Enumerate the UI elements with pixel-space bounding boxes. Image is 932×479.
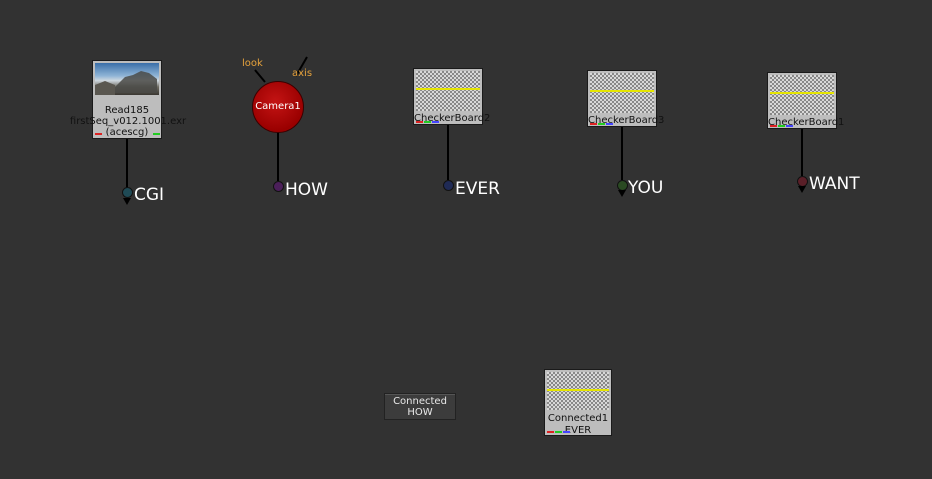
connected1-thumbnail	[547, 372, 609, 410]
read-node-colorspace: (acescg)	[105, 127, 149, 138]
checkerboard1-node[interactable]: CheckerBoard1	[767, 72, 844, 129]
checkerboard2-node[interactable]: CheckerBoard2	[413, 68, 490, 125]
cb3-channel-b	[606, 123, 613, 125]
dot-label-cgi: CGI	[134, 185, 165, 205]
dot-cgi[interactable]	[122, 187, 133, 198]
camera-node-name: Camera1	[255, 101, 301, 112]
connected1-node[interactable]: Connected1 EVER	[544, 369, 612, 436]
cb2-channel-g	[424, 121, 431, 123]
checkerboard1-thumbnail	[770, 75, 834, 115]
channel-red	[95, 133, 102, 135]
channel-green	[153, 133, 160, 135]
arrow-want	[798, 186, 806, 193]
arrow-cgi	[123, 198, 131, 205]
checkerboard3-node[interactable]: CheckerBoard3	[587, 70, 664, 127]
c1-channel-g	[555, 431, 562, 433]
c1-channel-b	[563, 431, 570, 433]
dot-label-you: YOU	[628, 178, 664, 198]
connected-how-line1: Connected	[393, 396, 447, 407]
cb1-channel-g	[778, 125, 785, 127]
read-node-name: Read185	[104, 105, 150, 116]
checkerboard2-thumbnail	[416, 71, 480, 111]
dot-label-ever: EVER	[455, 179, 500, 199]
dot-how[interactable]	[273, 181, 284, 192]
connected-how-line2: HOW	[407, 407, 433, 418]
camera-input-axis: axis	[292, 68, 313, 79]
connected1-name: Connected1	[547, 413, 609, 424]
read-thumbnail	[95, 63, 159, 95]
cb3-channel-g	[598, 123, 605, 125]
read-node-file: firstSeq_v012.1001.exr	[69, 116, 187, 127]
checkerboard3-thumbnail	[590, 73, 654, 113]
c1-channel-r	[547, 431, 554, 433]
connected-how-node[interactable]: Connected HOW	[384, 393, 456, 420]
camera-input-look: look	[242, 58, 263, 69]
dot-label-how: HOW	[285, 180, 328, 200]
camera-node[interactable]: Camera1	[252, 81, 304, 133]
dot-label-want: WANT	[809, 174, 860, 194]
cb2-channel-b	[432, 121, 439, 123]
cb1-channel-b	[786, 125, 793, 127]
cb2-channel-r	[416, 121, 423, 123]
cb1-channel-r	[770, 125, 777, 127]
dot-ever[interactable]	[443, 180, 454, 191]
wire-look-camera	[254, 69, 266, 83]
cb3-channel-r	[590, 123, 597, 125]
arrow-you	[618, 190, 626, 197]
